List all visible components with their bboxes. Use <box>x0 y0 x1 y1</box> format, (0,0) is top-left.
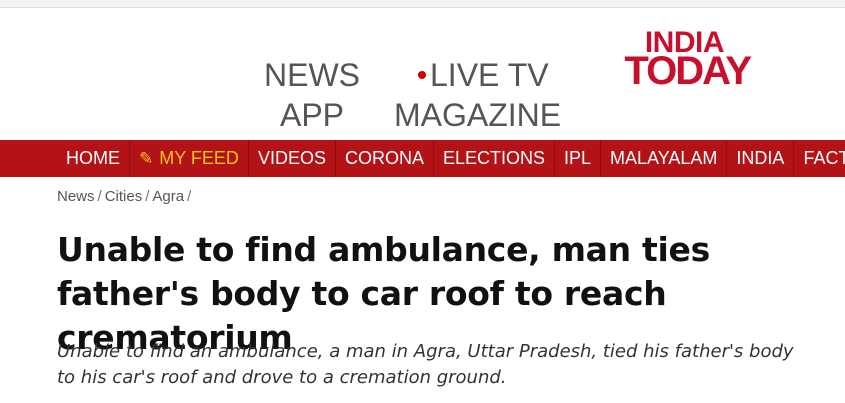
nav-item-malayalam[interactable]: MALAYALAM <box>601 140 728 177</box>
live-dot-icon <box>418 70 426 79</box>
breadcrumb-separator: / <box>145 188 150 205</box>
article-summary: Unable to find an ambulance, a man in Ag… <box>57 341 794 388</box>
nav-item-corona[interactable]: CORONA <box>336 140 434 177</box>
pencil-icon: ✎ <box>139 149 154 168</box>
nav-item-india[interactable]: INDIA <box>727 140 795 177</box>
breadcrumb-item-cities[interactable]: Cities <box>105 188 143 205</box>
nav-item-fact-check[interactable]: FACT CHE <box>794 140 845 177</box>
india-today-logo[interactable]: INDIA TODAY <box>600 28 752 93</box>
logo-line-2: TODAY <box>624 49 752 93</box>
nav-item-ipl[interactable]: IPL <box>555 140 602 177</box>
live-tv-label: LIVE TV <box>430 57 549 93</box>
breadcrumb-item-news[interactable]: News <box>57 188 95 205</box>
breadcrumb: News / Cities / Agra / <box>57 188 194 205</box>
nav-item-my-feed[interactable]: ✎ MY FEED <box>130 140 249 177</box>
news-app-line-2: APP <box>279 97 345 133</box>
live-tv-link[interactable]: LIVE TV <box>418 55 549 95</box>
news-app-link[interactable]: NEWS APP <box>262 55 362 135</box>
nav-item-videos[interactable]: VIDEOS <box>249 140 336 177</box>
nav-item-elections[interactable]: ELECTIONS <box>434 140 556 177</box>
magazine-link[interactable]: MAGAZINE <box>394 95 561 135</box>
browser-chrome-strip <box>0 0 845 8</box>
nav-item-my-feed-label: MY FEED <box>159 148 239 168</box>
breadcrumb-item-agra[interactable]: Agra <box>152 188 184 205</box>
main-nav: HOME ✎ MY FEED VIDEOS CORONA ELECTIONS IPL MALA… <box>0 140 845 177</box>
breadcrumb-separator: / <box>187 188 192 205</box>
news-app-line-1: NEWS <box>264 57 360 93</box>
nav-item-home[interactable]: HOME <box>57 140 130 177</box>
breadcrumb-separator: / <box>97 188 102 205</box>
